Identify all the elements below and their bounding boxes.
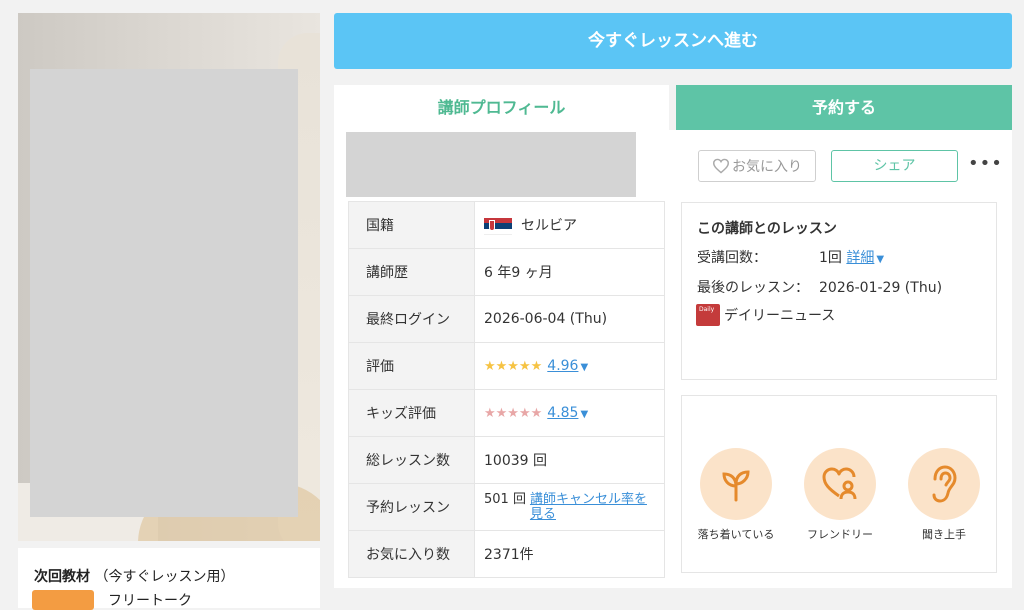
- table-row: 国籍 セルビア: [348, 201, 665, 249]
- table-row: 講師歴 6 年9 ヶ月: [348, 248, 665, 296]
- table-row: 評価 ★★★★★ 4.96 ▼: [348, 342, 665, 390]
- history-title: この講師とのレッスン: [697, 221, 837, 237]
- lesson-now-button[interactable]: 今すぐレッスンへ進む: [334, 13, 1012, 69]
- photo-redaction: [30, 69, 298, 517]
- table-row: 総レッスン数 10039 回: [348, 436, 665, 484]
- material-name[interactable]: フリートーク: [108, 590, 192, 610]
- ear-icon: [908, 448, 980, 520]
- sprout-icon: [700, 448, 772, 520]
- table-row: キッズ評価 ★★★★★ 4.85 ▼: [348, 389, 665, 437]
- teacher-features-box: 落ち着いている フレンドリー 聞き上手: [681, 395, 997, 573]
- caret-down-icon[interactable]: ▼: [580, 409, 588, 420]
- lesson-history-box: この講師とのレッスン 受講回数： 1回 詳細 ▼ 最後のレッスン： 2026-01-2…: [681, 202, 997, 380]
- last-login-label: 最終ログイン: [348, 295, 475, 343]
- feature-friendly: フレンドリー: [795, 448, 885, 542]
- heart-person-icon: [804, 448, 876, 520]
- feature-calm: 落ち着いている: [691, 448, 781, 542]
- experience-value: 6 年9 ヶ月: [474, 248, 665, 296]
- last-lesson-label: 最後のレッスン：: [697, 280, 809, 296]
- share-button[interactable]: シェア: [831, 150, 958, 182]
- kids-rating-value-link[interactable]: 4.85: [547, 405, 578, 421]
- material-tag: [32, 590, 94, 610]
- feature-good-listener: 聞き上手: [899, 448, 989, 542]
- last-login-value: 2026-06-04 (Thu): [474, 295, 665, 343]
- favorite-button[interactable]: お気に入り: [698, 150, 816, 182]
- history-material-name[interactable]: デイリーニュース: [724, 305, 835, 325]
- table-row: 最終ログイン 2026-06-04 (Thu): [348, 295, 665, 343]
- favorites-value: 2371件: [474, 530, 665, 578]
- nationality-label: 国籍: [348, 201, 475, 249]
- tab-reserve[interactable]: 予約する: [676, 85, 1012, 131]
- count-label: 受講回数：: [697, 250, 767, 266]
- count-value: 1回: [819, 250, 842, 266]
- last-lesson-value: 2026-01-29 (Thu): [819, 280, 943, 296]
- next-material-title: 次回教材: [34, 569, 90, 585]
- teacher-info-table: 国籍 セルビア 講師歴 6 年9 ヶ月 最終ログイン 2026-06-04 (T…: [348, 201, 665, 578]
- reserved-count: 501 回: [484, 492, 526, 507]
- caret-down-icon[interactable]: ▼: [580, 362, 588, 373]
- feature-label: 聞き上手: [922, 528, 966, 541]
- cancel-rate-link[interactable]: 講師キャンセル率を見る: [530, 492, 658, 522]
- daily-news-book-icon: Daily: [696, 304, 720, 326]
- kids-rating-label: キッズ評価: [348, 389, 475, 437]
- feature-label: フレンドリー: [807, 528, 873, 541]
- next-material-subtitle: （今すぐレッスン用）: [94, 569, 235, 585]
- tab-profile[interactable]: 講師プロフィール: [334, 85, 669, 131]
- experience-label: 講師歴: [348, 248, 475, 296]
- heart-outline-icon: [712, 158, 730, 174]
- teacher-name-redaction: [346, 132, 636, 197]
- detail-link[interactable]: 詳細: [846, 250, 874, 266]
- feature-label: 落ち着いている: [697, 528, 775, 541]
- rating-value-link[interactable]: 4.96: [547, 358, 578, 374]
- kids-rating-stars: ★★★★★: [484, 405, 543, 421]
- table-row: お気に入り数 2371件: [348, 530, 665, 578]
- rating-label: 評価: [348, 342, 475, 390]
- total-lessons-value: 10039 回: [474, 436, 665, 484]
- reserved-label: 予約レッスン: [348, 483, 475, 531]
- next-material-card: 次回教材 （今すぐレッスン用） フリートーク: [18, 548, 320, 610]
- teacher-photo: [18, 13, 320, 541]
- total-lessons-label: 総レッスン数: [348, 436, 475, 484]
- favorite-label: お気に入り: [732, 159, 802, 175]
- more-options-icon[interactable]: •••: [968, 152, 1002, 180]
- nationality-value: セルビア: [521, 218, 577, 234]
- rating-stars: ★★★★★: [484, 358, 543, 374]
- favorites-label: お気に入り数: [348, 530, 475, 578]
- caret-down-icon[interactable]: ▼: [876, 254, 884, 265]
- table-row: 予約レッスン 501 回 講師キャンセル率を見る: [348, 483, 665, 531]
- serbia-flag-icon: [484, 218, 512, 235]
